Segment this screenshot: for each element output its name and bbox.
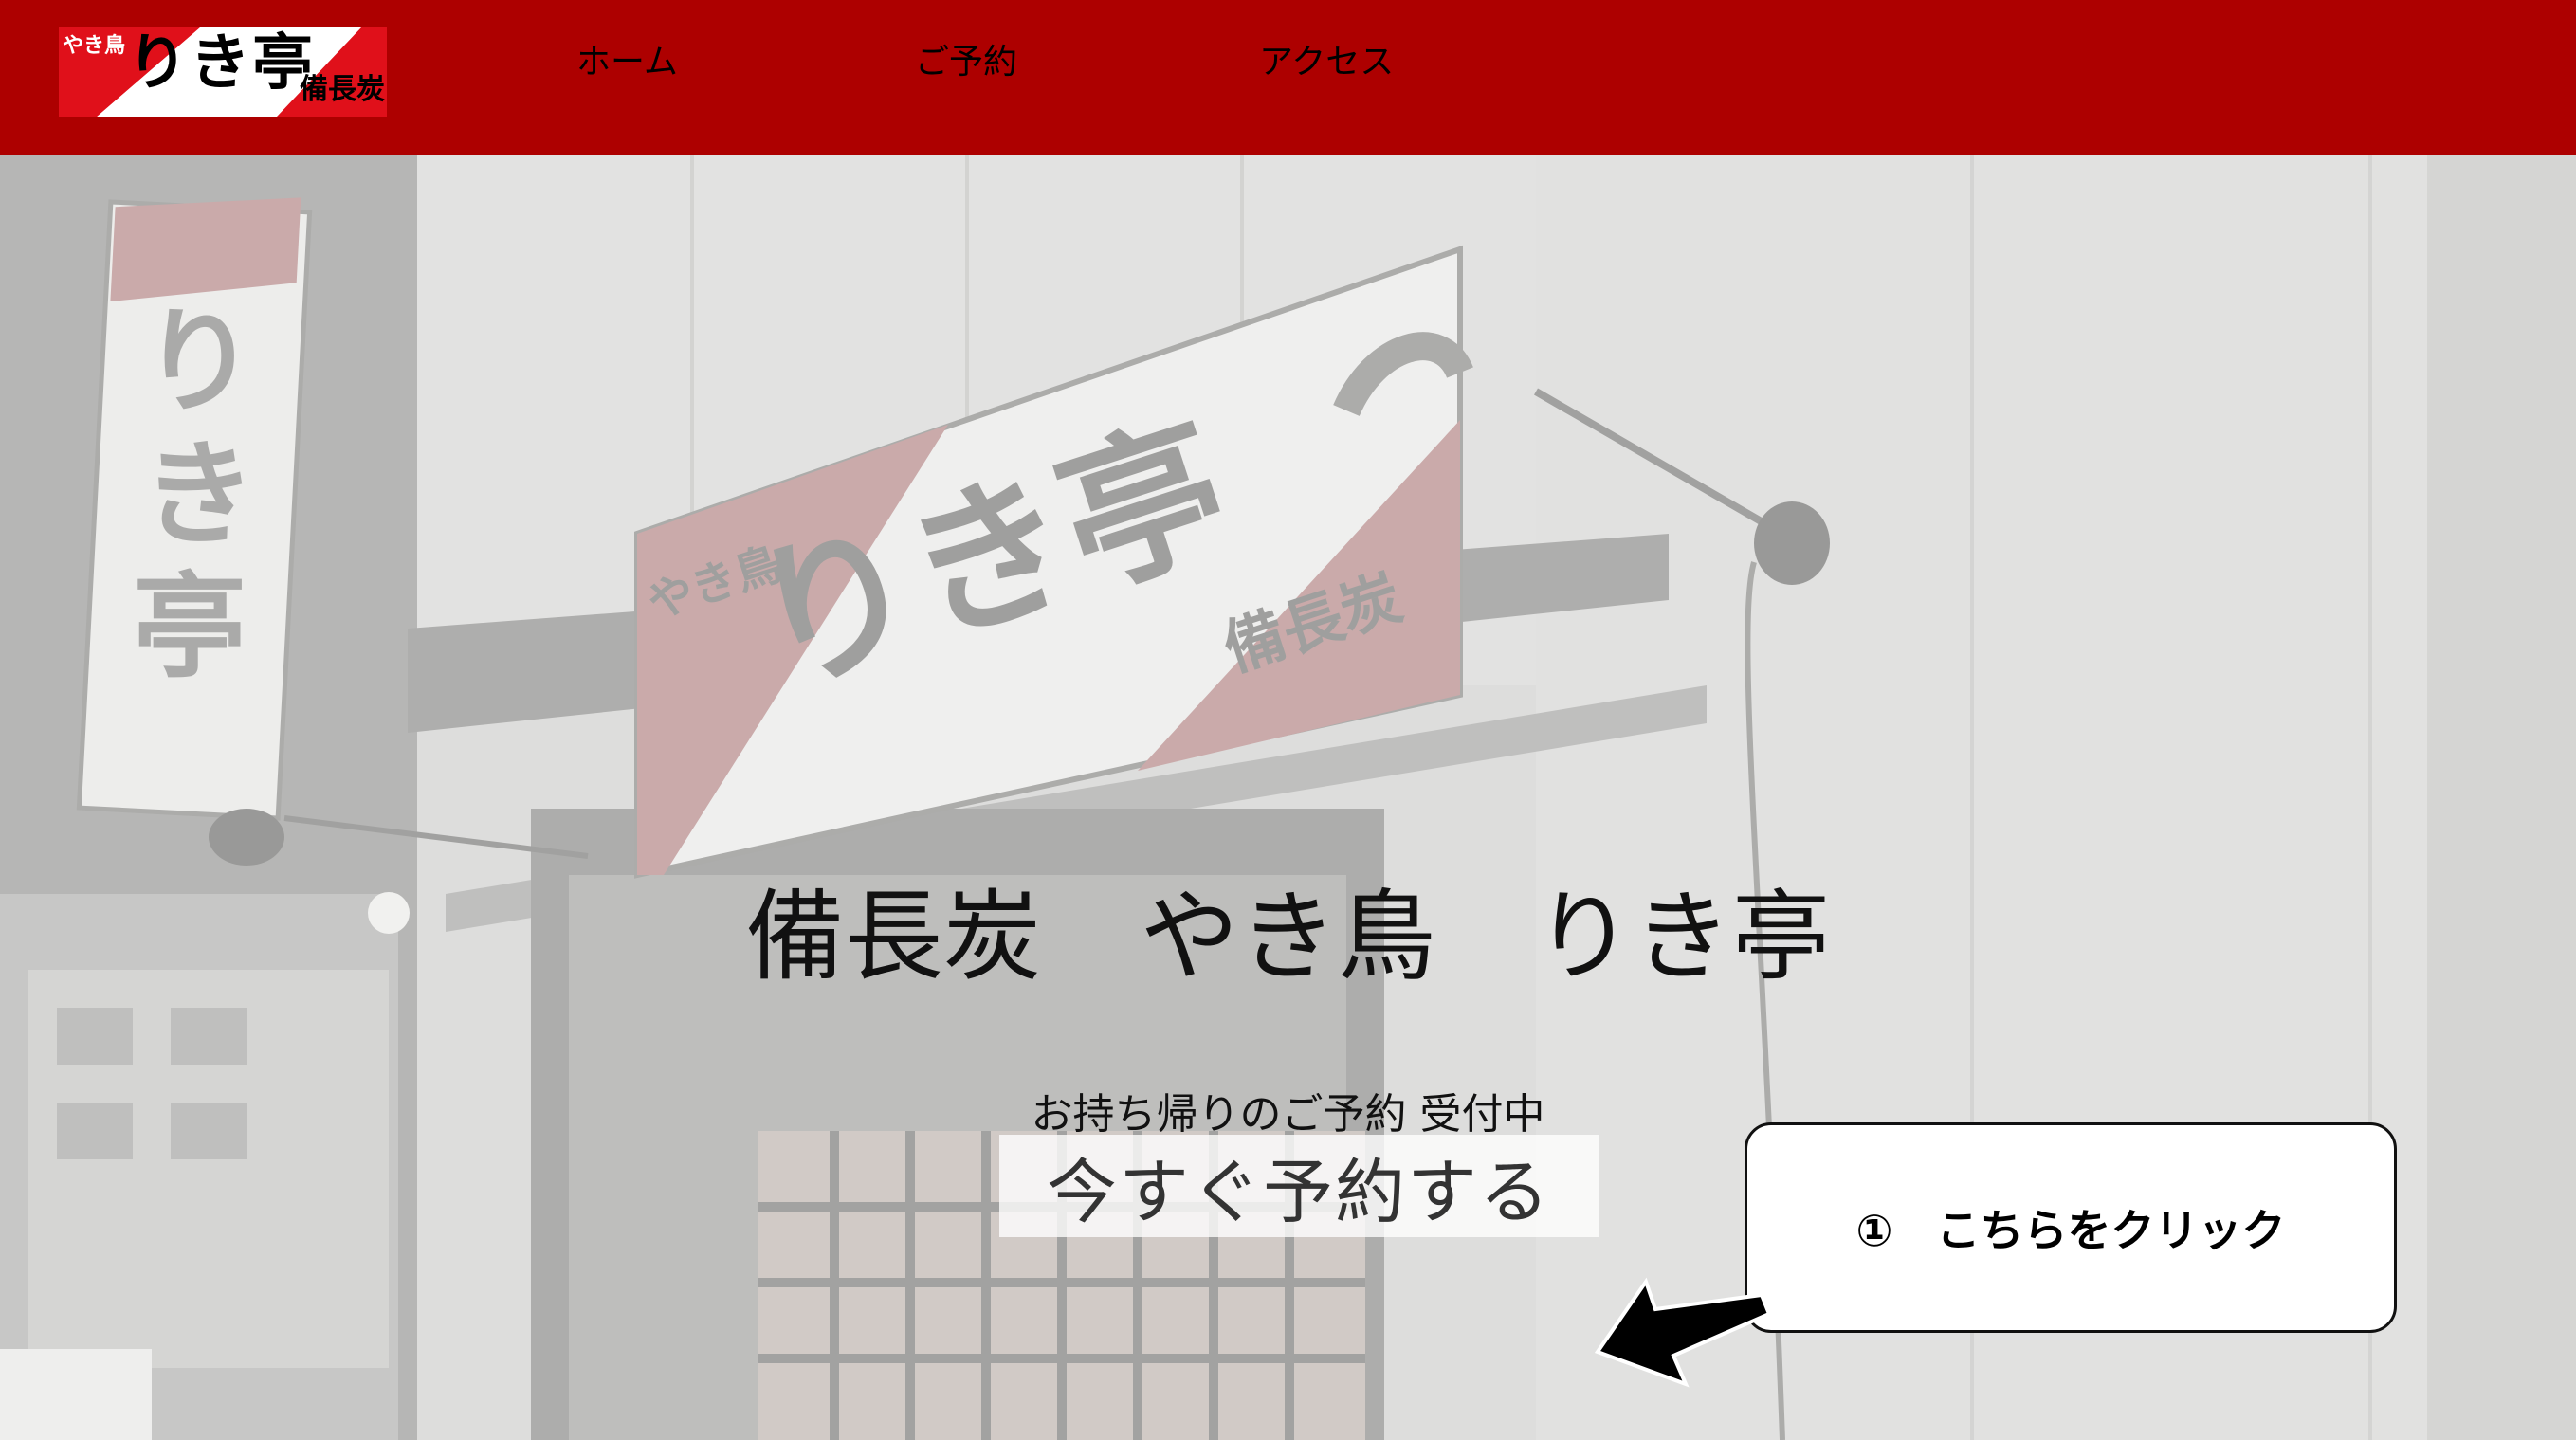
logo-sub-text: 備長炭: [300, 73, 385, 106]
nav-reservation-link[interactable]: ご予約: [915, 42, 1017, 83]
nav-access-link[interactable]: アクセス: [1259, 42, 1394, 83]
instruction-callout: ① こちらをクリック: [1745, 1122, 2397, 1333]
site-logo[interactable]: やき鳥 りき亭 備長炭: [59, 27, 387, 117]
hero-title: 備長炭 やき鳥 りき亭: [745, 879, 1831, 994]
logo-small-text: やき鳥: [63, 34, 126, 58]
site-header: やき鳥 りき亭 備長炭 ホーム ご予約 アクセス: [0, 0, 2576, 155]
reserve-now-button[interactable]: 今すぐ予約する: [999, 1135, 1599, 1237]
nav-home-link[interactable]: ホーム: [576, 42, 678, 83]
logo-main-text: りき亭: [127, 28, 315, 99]
